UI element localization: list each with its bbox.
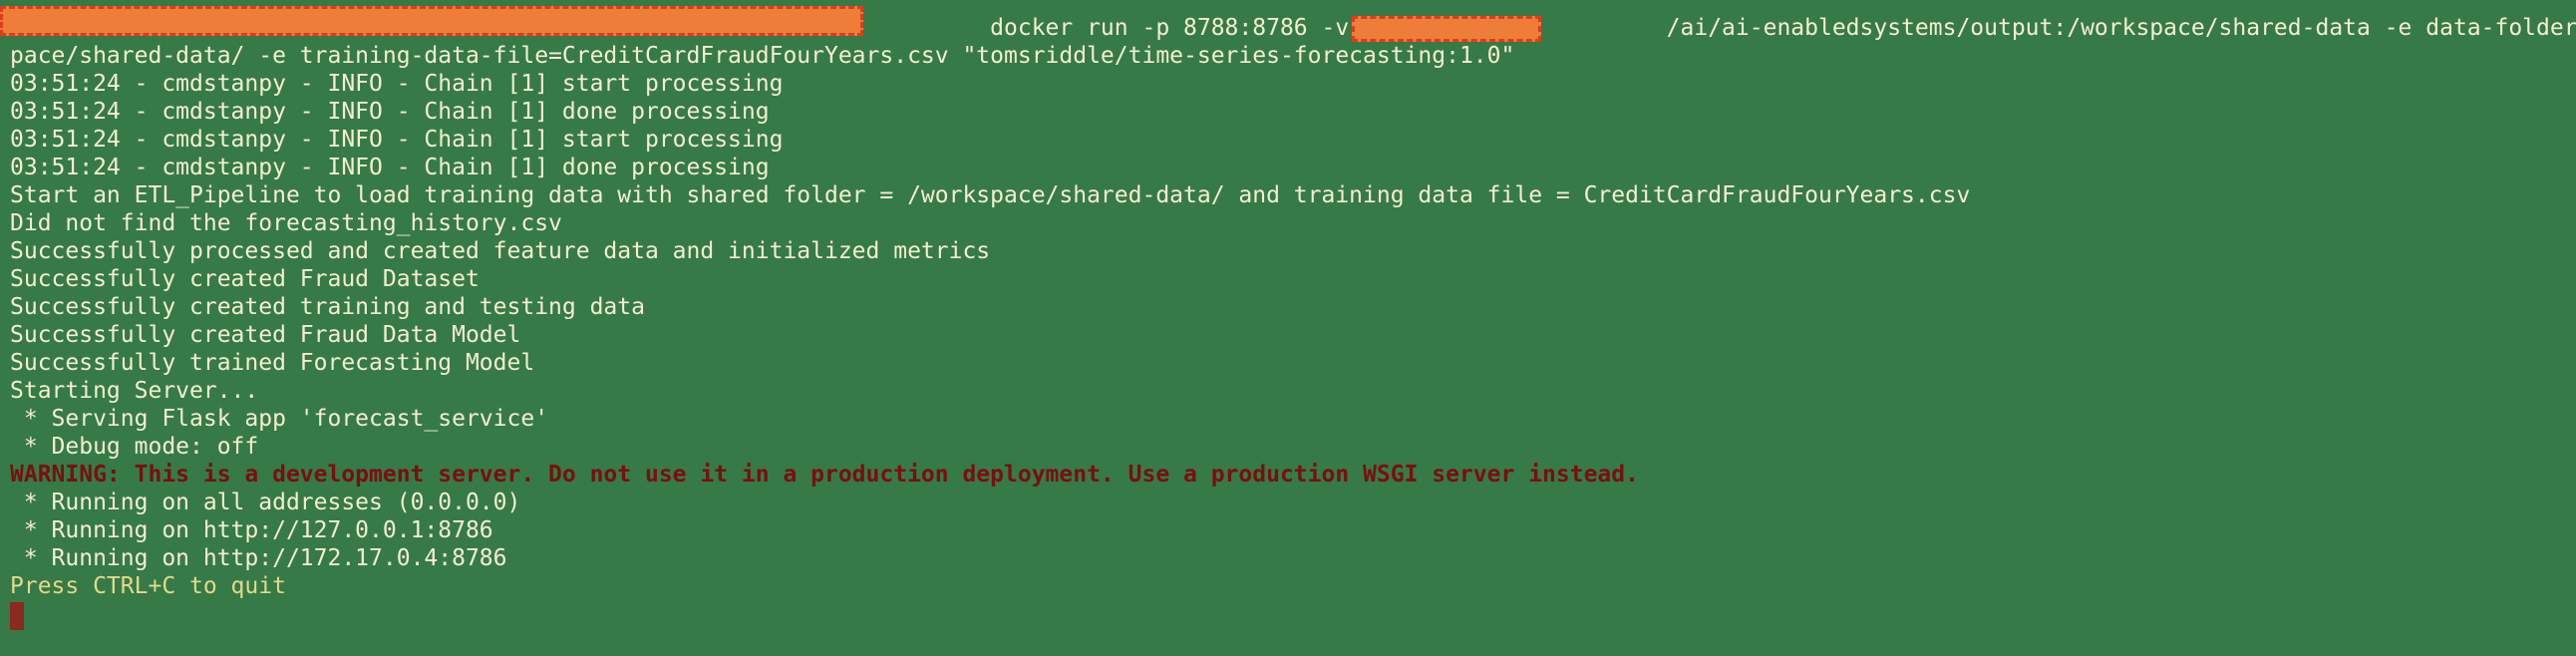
terminal-line: Successfully created Fraud Data Model [10,322,521,348]
terminal-line: 03:51:24 - cmdstanpy - INFO - Chain [1] … [10,127,784,153]
terminal-line: * Running on http://127.0.0.1:8786 [10,517,493,543]
terminal-line-warning: WARNING: This is a development server. D… [10,462,1639,488]
terminal-line-command-continued: pace/shared-data/ -e training-data-file=… [10,43,1515,69]
terminal-line: Did not find the forecasting_history.csv [10,210,562,236]
terminal-cursor [10,602,24,630]
terminal-line: Successfully created Fraud Dataset [10,266,480,292]
terminal-line: * Running on http://172.17.0.4:8786 [10,545,507,571]
terminal-line: Successfully created training and testin… [10,294,645,320]
terminal-line: Successfully trained Forecasting Model [10,350,535,376]
terminal-window[interactable]: docker run -p 8788:8786 -v /Users/ /ai/a… [0,0,2576,656]
terminal-line: 03:51:24 - cmdstanpy - INFO - Chain [1] … [10,99,770,125]
terminal-line: Successfully processed and created featu… [10,238,991,264]
terminal-line: * Debug mode: off [10,434,259,460]
terminal-line: * Serving Flask app 'forecast_service' [10,406,549,432]
terminal-line: Start an ETL_Pipeline to load training d… [10,182,1971,208]
redacted-prompt [0,6,863,36]
terminal-line: Starting Server... [10,378,259,404]
redacted-username [1352,16,1541,42]
terminal-line: 03:51:24 - cmdstanpy - INFO - Chain [1] … [10,155,770,180]
terminal-line-quit-hint: Press CTRL+C to quit [10,573,286,599]
terminal-line: * Running on all addresses (0.0.0.0) [10,490,521,515]
terminal-output: docker run -p 8788:8786 -v /Users/ /ai/a… [10,14,2576,600]
terminal-line: 03:51:24 - cmdstanpy - INFO - Chain [1] … [10,71,784,97]
